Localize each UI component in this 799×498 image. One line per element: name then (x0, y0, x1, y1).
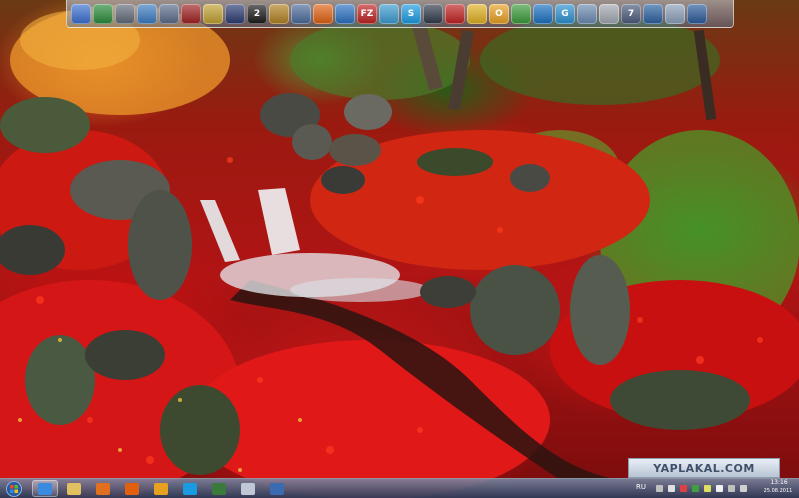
tray-icon[interactable] (716, 485, 723, 492)
ie-taskbar-button[interactable] (32, 480, 58, 497)
outlook-icon (154, 482, 168, 495)
green-foliage-right (480, 15, 720, 105)
media-icon[interactable] (115, 3, 135, 24)
watermark: YAPLAKAL.COM (628, 458, 780, 478)
rock (321, 166, 365, 194)
start-button[interactable] (2, 480, 26, 498)
mossy-rock (25, 335, 95, 425)
quick-launch-dock: 2 FZ S O G 7 (66, 0, 734, 28)
meter-icon[interactable]: 7 (621, 3, 641, 24)
task-manager-icon (212, 482, 226, 495)
disc-icon[interactable] (181, 3, 201, 24)
rock (85, 330, 165, 380)
rock (420, 276, 476, 308)
2gis-icon[interactable]: 2 (247, 3, 267, 24)
mail-icon (241, 482, 255, 495)
rock (292, 124, 332, 160)
waterfall-2 (258, 188, 300, 255)
rock-large (128, 190, 192, 300)
explorer-taskbar-button[interactable] (61, 480, 87, 497)
firefox-icon[interactable] (313, 3, 333, 24)
ie-icon (38, 482, 52, 495)
clock-time[interactable]: 13:16 (764, 479, 794, 486)
tray-icon[interactable] (704, 485, 711, 492)
skype-icon[interactable]: S (401, 3, 421, 24)
speed-icon[interactable] (533, 3, 553, 24)
text-icon[interactable] (599, 3, 619, 24)
desktop-wallpaper: 2 FZ S O G 7 YAPLAKAL.COM RU 13:16 25.08.2011 (0, 0, 799, 498)
filezilla-icon[interactable]: FZ (357, 3, 377, 24)
rock (510, 164, 550, 192)
tools-icon[interactable] (203, 3, 223, 24)
language-indicator[interactable]: RU (636, 483, 646, 491)
rock (610, 370, 750, 430)
globe-icon[interactable] (93, 3, 113, 24)
green-foliage (290, 20, 470, 100)
windows-logo-icon (6, 481, 22, 497)
tray-icon[interactable] (728, 485, 735, 492)
monitor-icon[interactable] (687, 3, 707, 24)
tray-icon[interactable] (656, 485, 663, 492)
media-player-icon (96, 482, 110, 495)
doc-icon[interactable] (577, 3, 597, 24)
apps-icon[interactable] (467, 3, 487, 24)
tray-icon[interactable] (740, 485, 747, 492)
system-tray: RU 13:16 25.08.2011 (636, 479, 796, 498)
settings-icon[interactable] (643, 3, 663, 24)
paint-icon[interactable] (269, 3, 289, 24)
mossy-rock (417, 148, 493, 176)
media-player-taskbar-button[interactable] (90, 480, 116, 497)
clock-date[interactable]: 25.08.2011 (760, 488, 796, 494)
browser-icon[interactable]: G (555, 3, 575, 24)
android-icon[interactable] (511, 3, 531, 24)
outlook-icon[interactable]: O (489, 3, 509, 24)
rock (470, 265, 560, 355)
firefox-taskbar-button[interactable] (119, 480, 145, 497)
red-box-icon[interactable] (445, 3, 465, 24)
rock (570, 255, 630, 365)
firefox-icon (125, 482, 139, 495)
task-manager-taskbar-button[interactable] (206, 480, 232, 497)
computer-icon[interactable] (71, 3, 91, 24)
share-icon[interactable] (291, 3, 311, 24)
skype-icon (183, 482, 197, 495)
recycle-bin-icon[interactable] (665, 3, 685, 24)
game-icon[interactable] (225, 3, 245, 24)
tray-icon[interactable] (668, 485, 675, 492)
autumn-garden-wallpaper (0, 5, 799, 498)
window-icon (270, 482, 284, 495)
teamviewer-icon[interactable] (335, 3, 355, 24)
mossy-rock (0, 97, 90, 153)
rock (344, 94, 392, 130)
water-foam-2 (290, 278, 430, 302)
explorer-icon (67, 482, 81, 495)
tray-icon[interactable] (680, 485, 687, 492)
video-icon[interactable] (423, 3, 443, 24)
waterfall (200, 200, 240, 262)
window-taskbar-button[interactable] (264, 480, 290, 497)
rock (329, 134, 381, 166)
mail-taskbar-button[interactable] (235, 480, 261, 497)
skype-taskbar-button[interactable] (177, 480, 203, 497)
folder-icon[interactable] (159, 3, 179, 24)
mossy-rock (160, 385, 240, 475)
window-icon[interactable] (379, 3, 399, 24)
taskbar: RU 13:16 25.08.2011 (0, 478, 799, 498)
tray-icon[interactable] (692, 485, 699, 492)
outlook-taskbar-button[interactable] (148, 480, 174, 497)
network-icon[interactable] (137, 3, 157, 24)
